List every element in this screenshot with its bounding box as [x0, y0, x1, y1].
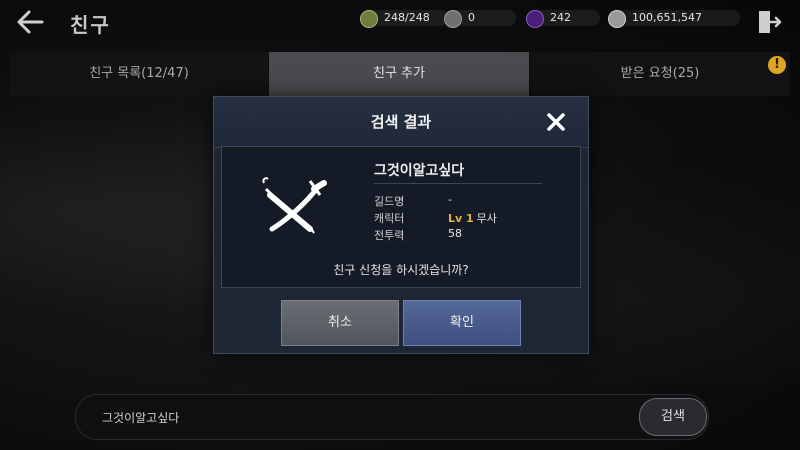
exit-button[interactable]: [756, 8, 782, 36]
character-class: 무사: [476, 212, 497, 225]
search-result-dialog: 검색 결과 그것이알고싶다 길드명 - 캐릭터 Lv 1 무사 전투력 58 친…: [213, 96, 589, 354]
guild-value: -: [448, 193, 452, 206]
close-icon: [547, 113, 565, 131]
tab-friend-list[interactable]: 친구 목록(12/47): [10, 52, 268, 96]
top-bar: 친구 248/248 0 242 100,651,547: [0, 0, 800, 44]
tab-bar: 친구 목록(12/47) 친구 추가 받은 요청(25): [10, 52, 790, 96]
power-label: 전투력: [374, 229, 405, 242]
resource-coin: 100,651,547: [608, 10, 740, 28]
search-input[interactable]: [100, 402, 624, 432]
purple-gem-icon: [526, 10, 544, 28]
page-title: 친구: [70, 13, 111, 37]
character-name: 그것이알고싶다: [374, 163, 465, 179]
confirm-question: 친구 신청을 하시겠습니까?: [333, 263, 469, 277]
character-label: 캐릭터: [374, 212, 405, 225]
dialog-title: 검색 결과: [370, 113, 432, 131]
divider: [374, 183, 542, 184]
exit-door-icon: [759, 11, 782, 33]
power-value: 58: [448, 227, 462, 240]
resource-silver-value: 0: [468, 11, 475, 24]
crossed-swords-icon: [258, 167, 338, 239]
close-button[interactable]: [545, 111, 567, 133]
guild-label: 길드명: [374, 195, 405, 208]
confirm-button[interactable]: 확인: [403, 300, 521, 346]
level-badge: Lv 1: [448, 212, 474, 225]
back-button[interactable]: [14, 6, 48, 38]
alert-badge-icon: !: [768, 56, 786, 74]
cancel-button[interactable]: 취소: [281, 300, 399, 346]
character-card: 그것이알고싶다 길드명 - 캐릭터 Lv 1 무사 전투력 58: [221, 146, 581, 256]
coin-icon: [608, 10, 626, 28]
resource-gem: 242: [526, 10, 600, 28]
dialog-header: 검색 결과: [214, 97, 588, 148]
tab-add-friend[interactable]: 친구 추가: [269, 52, 529, 96]
silver-orb-icon: [444, 10, 462, 28]
resource-silver: 0: [444, 10, 516, 28]
resource-gem-value: 242: [550, 11, 571, 24]
confirm-question-box: 친구 신청을 하시겠습니까?: [221, 254, 581, 288]
resource-energy-value: 248/248: [384, 11, 430, 24]
resource-coin-value: 100,651,547: [632, 11, 702, 24]
tab-received-requests[interactable]: 받은 요청(25): [530, 52, 790, 96]
resource-energy: 248/248: [360, 10, 448, 28]
energy-icon: [360, 10, 378, 28]
character-info: Lv 1 무사: [448, 210, 497, 226]
search-button[interactable]: 검색: [639, 398, 707, 436]
back-arrow-icon: [17, 10, 44, 34]
